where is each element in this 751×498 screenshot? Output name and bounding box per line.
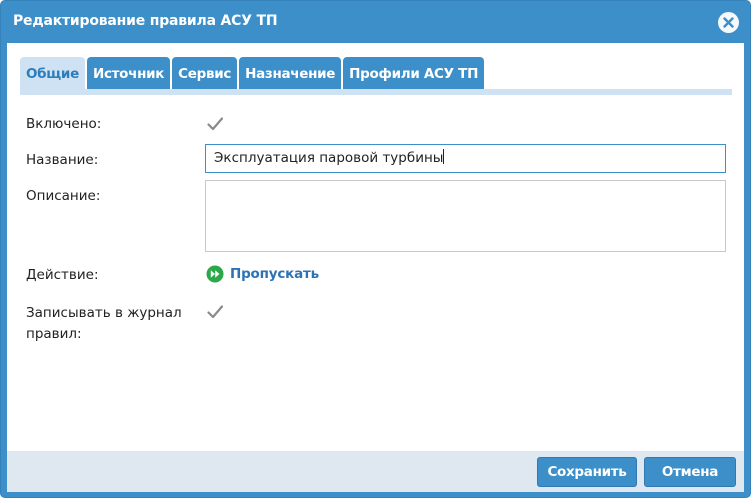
fast-forward-icon [206, 265, 224, 283]
log-label: Записывать в журнал [26, 305, 182, 321]
name-label: Название: [26, 152, 99, 168]
enabled-checkbox[interactable] [206, 115, 224, 133]
action-link[interactable]: Пропускать [206, 264, 319, 284]
tab-general[interactable]: Общие [20, 57, 85, 89]
text-caret [443, 149, 445, 164]
description-textarea[interactable] [205, 180, 726, 252]
close-button[interactable] [718, 12, 739, 33]
checkmark-icon [207, 117, 223, 131]
description-label: Описание: [26, 188, 101, 204]
enabled-label: Включено: [26, 116, 102, 132]
action-value: Пропускать [230, 266, 319, 282]
dialog-title: Редактирование правила АСУ ТП [13, 13, 278, 29]
save-button[interactable]: Сохранить [537, 457, 637, 487]
edit-rule-dialog: Редактирование правила АСУ ТП Общие Исто… [0, 0, 751, 498]
dialog-body: Общие Источник Сервис Назначение Профили… [7, 43, 744, 451]
action-label: Действие: [26, 267, 99, 283]
log-label-line2: правил: [26, 326, 82, 342]
tab-bar: Общие Источник Сервис Назначение Профили… [20, 57, 486, 89]
tab-underline [20, 89, 732, 95]
checkmark-icon [207, 305, 223, 319]
name-input-value: Эксплуатация паровой турбины [214, 150, 444, 166]
cancel-button[interactable]: Отмена [644, 457, 736, 487]
tab-source[interactable]: Источник [86, 57, 171, 89]
tab-destination[interactable]: Назначение [239, 57, 342, 89]
tab-service[interactable]: Сервис [172, 57, 238, 89]
log-checkbox[interactable] [206, 303, 224, 321]
dialog-titlebar[interactable]: Редактирование правила АСУ ТП [1, 1, 750, 43]
tab-ics-profiles[interactable]: Профили АСУ ТП [343, 57, 485, 89]
name-input[interactable]: Эксплуатация паровой турбины [205, 144, 726, 173]
close-icon [723, 17, 734, 28]
